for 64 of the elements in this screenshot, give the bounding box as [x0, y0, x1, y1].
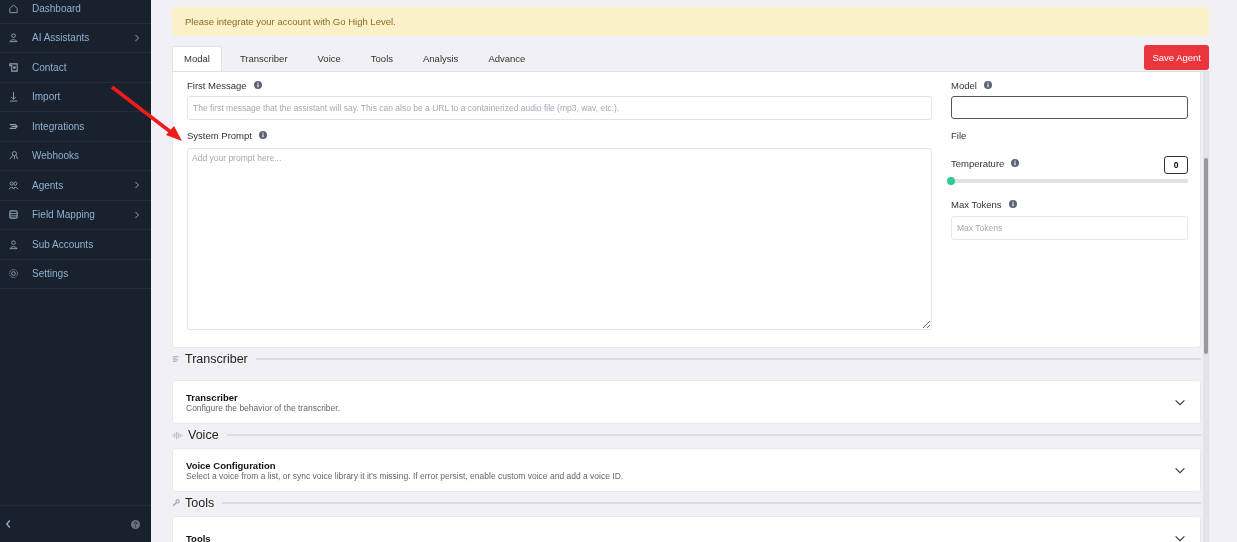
- home-icon: [8, 2, 19, 14]
- sidebar-item[interactable]: Webhooks: [0, 141, 151, 171]
- field-label: Model: [951, 79, 977, 91]
- tab[interactable]: Analysis: [411, 46, 471, 71]
- users-icon: [8, 179, 19, 191]
- card-description: Configure the behavior of the transcriber.: [186, 402, 341, 413]
- accordion-card[interactable]: Tools: [172, 516, 1201, 542]
- alert-banner: Please integrate your account with Go High Level.: [172, 7, 1209, 36]
- card-title: Voice Configuration: [186, 459, 277, 471]
- save-button[interactable]: Save Agent: [1144, 45, 1209, 70]
- chevron-down-icon: [1174, 466, 1186, 474]
- field-label: System Prompt: [187, 129, 252, 141]
- scrollbar[interactable]: [1203, 72, 1209, 542]
- system-prompt-field[interactable]: Add your prompt here...: [187, 148, 932, 330]
- slider-thumb[interactable]: [947, 177, 955, 185]
- sidebar-item[interactable]: Agents: [0, 171, 151, 201]
- database-icon: [8, 209, 19, 221]
- sidebar-item[interactable]: Contact: [0, 53, 151, 83]
- card-title: Tools: [186, 532, 211, 542]
- tab[interactable]: Modal: [172, 46, 222, 71]
- field-label: First Message: [187, 79, 247, 91]
- chevron-down-icon: [1174, 398, 1186, 406]
- card-description: Select a voice from a list, or sync voice library it it's missing. If error persist, enable custom voice and add a voice ID.: [186, 470, 624, 481]
- tab[interactable]: Transcriber: [227, 46, 300, 71]
- info-icon: [983, 81, 992, 89]
- info-icon: [253, 81, 262, 89]
- card-title: Transcriber: [186, 391, 239, 403]
- hook-icon: [8, 150, 19, 162]
- sidebar-item[interactable]: Import: [0, 82, 151, 112]
- field-label: Temperature: [951, 157, 1005, 169]
- max-tokens-field[interactable]: Max Tokens: [951, 216, 1188, 240]
- field-label: Max Tokens: [951, 198, 1002, 210]
- tab[interactable]: Voice: [305, 46, 353, 71]
- download-icon: [8, 91, 19, 103]
- help-icon[interactable]: [131, 519, 140, 529]
- accordion-card[interactable]: Voice Configuration Select a voice from a list, or sync voice library it it's missing. If error persist, enable custom voice and add a voice ID.: [172, 448, 1201, 492]
- first-message-field[interactable]: The first message that the assistant will say. This can also be a URL to a containerized audio file (mp3, wav, etc.).: [187, 96, 932, 120]
- sidebar-item[interactable]: Dashboard: [0, 0, 151, 24]
- tab[interactable]: Tools: [358, 46, 405, 71]
- sidebar-item[interactable]: Field Mapping: [0, 200, 151, 230]
- settings-icon: [8, 268, 19, 280]
- section-heading: Tools: [185, 496, 215, 510]
- sidebar-item[interactable]: Settings: [0, 259, 151, 289]
- section-heading: Transcriber: [185, 352, 248, 366]
- section-heading: Voice: [188, 428, 219, 442]
- contact-icon: [8, 61, 19, 73]
- lines-icon: [172, 355, 180, 363]
- info-icon: [1011, 159, 1020, 167]
- user-icon: [8, 32, 19, 44]
- temperature-value[interactable]: 0: [1164, 156, 1188, 174]
- sound-wave-icon: [172, 430, 183, 440]
- info-icon: [1008, 200, 1017, 208]
- chevron-down-icon: [1174, 534, 1186, 542]
- sidebar-item[interactable]: Sub Accounts: [0, 230, 151, 260]
- wrench-icon: [172, 499, 180, 507]
- tab[interactable]: Advance: [476, 46, 538, 71]
- field-label: File: [951, 129, 967, 141]
- sidebar-item[interactable]: AI Assistants: [0, 23, 151, 53]
- collapse-icon[interactable]: [5, 519, 12, 529]
- sidebar-item[interactable]: Integrations: [0, 112, 151, 142]
- model-field[interactable]: [951, 96, 1188, 119]
- accordion-card[interactable]: Transcriber Configure the behavior of the transcriber.: [172, 380, 1201, 424]
- info-icon: [258, 131, 267, 139]
- user-icon: [8, 238, 19, 250]
